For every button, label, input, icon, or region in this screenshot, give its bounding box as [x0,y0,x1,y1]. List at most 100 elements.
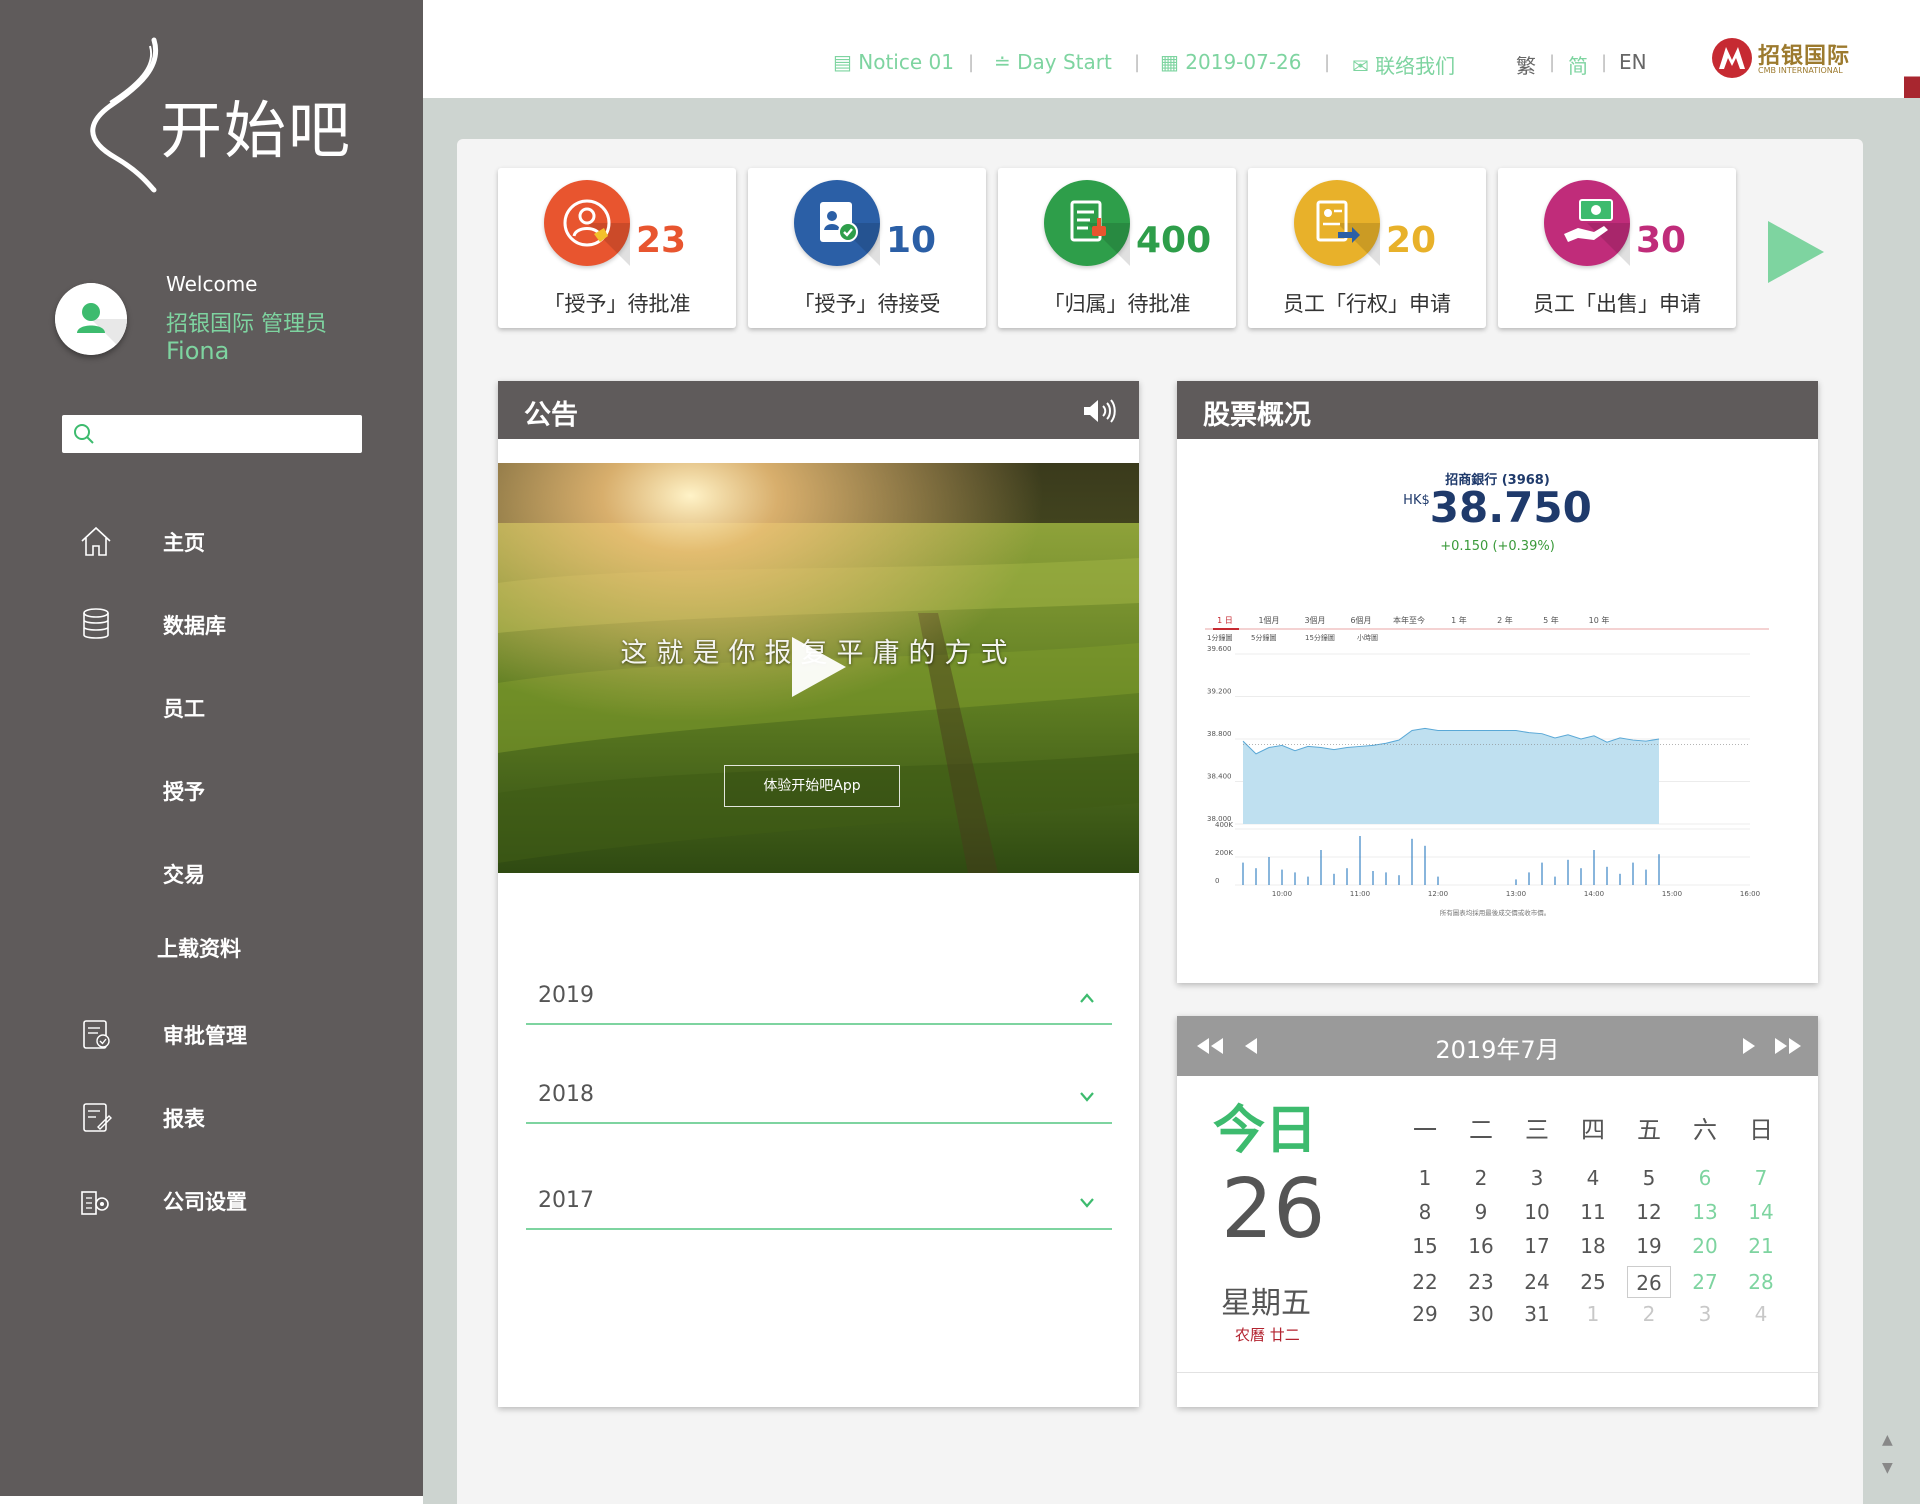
user-avatar[interactable] [55,283,127,355]
play-icon[interactable] [788,633,850,701]
calendar-day[interactable]: 2 [1459,1162,1503,1194]
calendar-day[interactable]: 31 [1515,1298,1559,1330]
nav-item-database[interactable]: 数据库 [0,596,423,652]
try-app-button[interactable]: 体验开始吧App [724,765,900,807]
chart-interval-tab[interactable]: 1分鐘圖 [1207,633,1232,642]
contact-link[interactable]: ✉ 联络我们 [1352,50,1455,79]
scroll-down-icon[interactable]: ▼ [1882,1460,1893,1476]
chart-range-tab[interactable]: 3個月 [1304,615,1325,625]
chart-interval-tab[interactable]: 15分鐘圖 [1305,633,1335,642]
stat-label: 「归属」待批准 [1043,292,1191,316]
calendar-day[interactable]: 1 [1403,1162,1447,1194]
separator: | [968,52,975,73]
calendar-day[interactable]: 25 [1571,1266,1615,1298]
promo-video[interactable]: 这就是你报复平庸的方式 体验开始吧App [498,463,1139,873]
nav-item-grants[interactable]: 授予 [0,762,423,818]
company-settings-icon [81,1191,109,1215]
lang-simplified[interactable]: 简 [1568,50,1588,79]
speaker-icon[interactable] [1082,397,1116,425]
calendar-day[interactable]: 28 [1739,1266,1783,1298]
calendar-day[interactable]: 10 [1515,1196,1559,1228]
calendar-day[interactable]: 30 [1459,1298,1503,1330]
date-link[interactable]: ▦ 2019-07-26 [1160,50,1302,74]
day-start-link[interactable]: ≐ Day Start [994,50,1112,74]
calendar-day[interactable]: 9 [1459,1196,1503,1228]
nav-item-reports[interactable]: 报表 [0,1089,423,1145]
calendar-day[interactable]: 24 [1515,1266,1559,1298]
nav-item-company-settings[interactable]: 公司设置 [0,1172,423,1228]
lang-traditional[interactable]: 繁 [1516,50,1536,79]
scroll-up-icon[interactable]: ▲ [1882,1432,1893,1448]
lang-english[interactable]: EN [1619,50,1647,74]
calendar-day[interactable]: 27 [1683,1266,1727,1298]
chart-range-tab[interactable]: 1個月 [1258,615,1279,625]
next-year-icon[interactable] [1773,1036,1803,1056]
calendar-day[interactable]: 17 [1515,1230,1559,1262]
nav-item-transactions[interactable]: 交易 [0,845,423,901]
year-accordion-2019[interactable]: 2019 [526,977,1112,1025]
stat-card-exercise-request[interactable]: 20 员工「行权」申请 [1248,168,1486,328]
stock-change: +0.150 (+0.39%) [1440,539,1555,554]
stat-label: 「授予」待接受 [793,292,941,316]
day-start-label: Day Start [1017,50,1112,74]
calendar-day-other-month[interactable]: 4 [1739,1298,1783,1330]
calendar-day[interactable]: 12 [1627,1196,1671,1228]
calendar-day[interactable]: 18 [1571,1230,1615,1262]
chart-volume-tick-label: 200K [1215,849,1233,857]
stat-card-grant-accept[interactable]: 10 「授予」待接受 [748,168,986,328]
chart-range-tab[interactable]: 1 日 [1217,616,1233,625]
chart-range-tab[interactable]: 1 年 [1451,615,1467,625]
chart-range-tab[interactable]: 6個月 [1350,615,1371,625]
search-input[interactable] [104,419,349,449]
calendar-day[interactable]: 6 [1683,1162,1727,1194]
calendar-day[interactable]: 15 [1403,1230,1447,1262]
search-icon[interactable] [72,422,96,446]
cmb-logo-icon [1712,38,1752,78]
chart-interval-tab[interactable]: 5分鐘圖 [1251,633,1276,642]
calendar-day[interactable]: 4 [1571,1162,1615,1194]
year-accordion-2017[interactable]: 2017 [526,1182,1112,1230]
chart-y-tick-label: 38.400 [1207,773,1232,781]
calendar-day[interactable]: 5 [1627,1162,1671,1194]
nav-item-employees[interactable]: 员工 [0,679,423,735]
chart-interval-tab[interactable]: 小時圖 [1357,633,1378,642]
year-accordion-2018[interactable]: 2018 [526,1076,1112,1124]
stat-card-vesting-pending[interactable]: 400 「归属」待批准 [998,168,1236,328]
chart-range-tab[interactable]: 10 年 [1589,615,1610,625]
calendar-day[interactable]: 7 [1739,1162,1783,1194]
stock-price: 38.750 [1429,483,1592,532]
nav-item-upload[interactable]: 上载资料 [0,919,423,975]
weekday-header: 四 [1581,1116,1605,1144]
chart-x-tick-label: 12:00 [1428,890,1448,898]
calendar-day[interactable]: 23 [1459,1266,1503,1298]
calendar-day[interactable]: 16 [1459,1230,1503,1262]
calendar-day[interactable]: 8 [1403,1196,1447,1228]
chart-range-tab[interactable]: 5 年 [1543,615,1559,625]
calendar-day[interactable]: 3 [1515,1162,1559,1194]
nav-item-home[interactable]: 主页 [0,513,423,569]
database-icon [83,608,109,639]
calendar-day[interactable]: 13 [1683,1196,1727,1228]
chart-range-tab[interactable]: 本年至今 [1393,615,1425,625]
stat-card-sell-request[interactable]: 30 员工「出售」申请 [1498,168,1736,328]
calendar-day[interactable]: 20 [1683,1230,1727,1262]
today-weekday: 星期五 [1221,1286,1311,1321]
stock-chart[interactable]: 1 日 1個月 3個月 6個月 本年至今 1 年 2 年 5 年 10 年 1分鐘圖 5分鐘圖 15分… [1205,613,1785,933]
calendar-day[interactable]: 11 [1571,1196,1615,1228]
chart-range-tab[interactable]: 2 年 [1497,615,1513,625]
calendar-day-other-month[interactable]: 3 [1683,1298,1727,1330]
calendar-day[interactable]: 22 [1403,1266,1447,1298]
notice-link[interactable]: ▤ Notice 01 [833,50,954,74]
calendar-day[interactable]: 29 [1403,1298,1447,1330]
next-arrow-icon[interactable] [1766,219,1826,285]
next-month-icon[interactable] [1733,1036,1763,1056]
calendar-day[interactable]: 19 [1627,1230,1671,1262]
calendar-day[interactable]: 21 [1739,1230,1783,1262]
calendar-day[interactable]: 14 [1739,1196,1783,1228]
nav-item-approvals[interactable]: 审批管理 [0,1006,423,1062]
calendar-day-other-month[interactable]: 2 [1627,1298,1671,1330]
calendar-day[interactable]: 26 [1627,1266,1671,1298]
calendar-day-other-month[interactable]: 1 [1571,1298,1615,1330]
sell-money-icon [1544,180,1630,266]
stat-card-grant-pending[interactable]: 23 「授予」待批准 [498,168,736,328]
